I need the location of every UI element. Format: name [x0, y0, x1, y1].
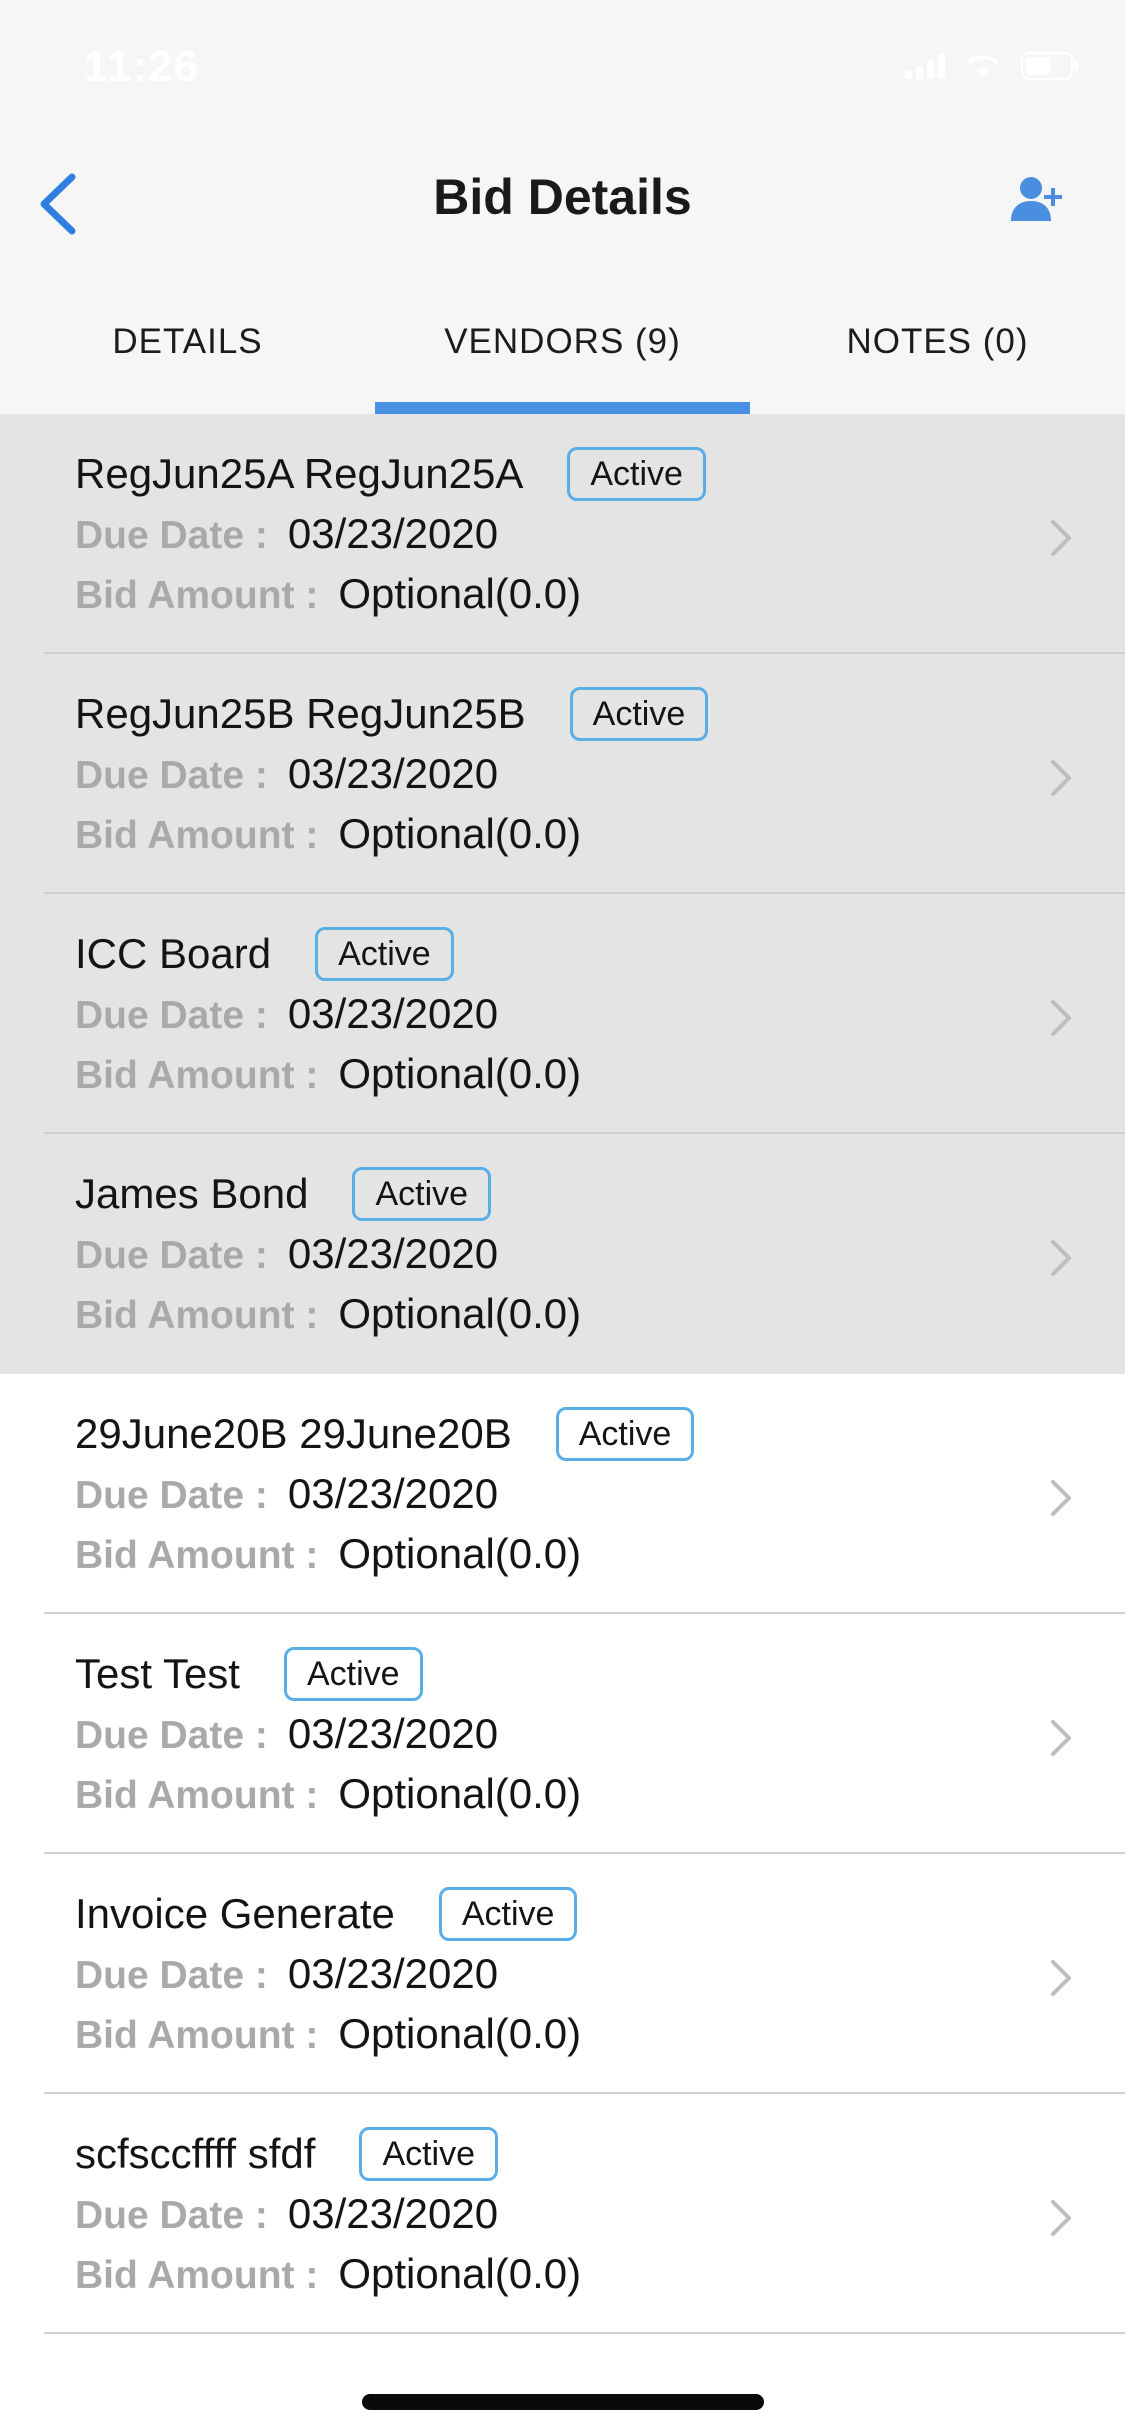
chevron-right-icon [1041, 510, 1081, 566]
header-area: 11:26 Bid Details DETAILS VENDORS (9) NO… [0, 0, 1125, 414]
wifi-icon [967, 55, 999, 77]
tab-vendors[interactable]: VENDORS (9) [375, 300, 750, 414]
vendor-row[interactable]: scfsccffff sfdf Active Due Date : 03/23/… [0, 2094, 1125, 2334]
chevron-right-icon [1041, 1470, 1081, 1526]
due-date-value: 03/23/2020 [287, 1470, 499, 1517]
chevron-right-icon [1041, 1950, 1081, 2006]
bid-amount-value: Optional(0.0) [338, 1530, 582, 1577]
bid-amount-label: Bid Amount : [75, 1774, 319, 1817]
vendor-row[interactable]: Invoice Generate Active Due Date : 03/23… [0, 1854, 1125, 2094]
due-date-value: 03/23/2020 [287, 1230, 499, 1277]
status-badge: Active [569, 687, 709, 741]
status-badge: Active [555, 1407, 695, 1461]
chevron-right-icon [1041, 1710, 1081, 1766]
vendor-row[interactable]: RegJun25A RegJun25A Active Due Date : 03… [0, 414, 1125, 654]
vendor-name: ICC Board [75, 930, 272, 977]
vendor-name: RegJun25B RegJun25B [75, 690, 526, 737]
vendor-row[interactable]: 29June20B 29June20B Active Due Date : 03… [0, 1374, 1125, 1614]
vendor-name: RegJun25A RegJun25A [75, 450, 524, 497]
chevron-right-icon [1041, 2190, 1081, 2246]
bid-amount-label: Bid Amount : [75, 2014, 319, 2057]
due-date-value: 03/23/2020 [287, 990, 499, 1037]
vendor-row[interactable]: Test Test Active Due Date : 03/23/2020 B… [0, 1614, 1125, 1854]
status-time: 11:26 [84, 42, 200, 91]
due-date-value: 03/23/2020 [287, 1710, 499, 1757]
vendor-name: Test Test [75, 1650, 240, 1697]
due-date-label: Due Date : [75, 754, 268, 797]
status-badge: Active [352, 1167, 492, 1221]
due-date-value: 03/23/2020 [287, 510, 499, 557]
bid-amount-value: Optional(0.0) [338, 810, 582, 857]
due-date-label: Due Date : [75, 1954, 268, 1997]
bid-amount-value: Optional(0.0) [338, 1050, 582, 1097]
status-icons [905, 52, 1079, 80]
due-date-label: Due Date : [75, 514, 268, 557]
vendor-list: RegJun25A RegJun25A Active Due Date : 03… [0, 414, 1125, 2334]
chevron-right-icon [1041, 990, 1081, 1046]
status-bar: 11:26 [0, 0, 1125, 140]
due-date-value: 03/23/2020 [287, 750, 499, 797]
add-vendor-button[interactable] [993, 154, 1083, 244]
due-date-label: Due Date : [75, 1474, 268, 1517]
home-indicator[interactable] [362, 2394, 764, 2410]
vendor-name: 29June20B 29June20B [75, 1410, 512, 1457]
vendor-row[interactable]: RegJun25B RegJun25B Active Due Date : 03… [0, 654, 1125, 894]
status-badge: Active [438, 1887, 578, 1941]
status-badge: Active [359, 2127, 499, 2181]
navigation-bar: Bid Details [0, 140, 1125, 260]
due-date-label: Due Date : [75, 2194, 268, 2237]
status-badge: Active [315, 927, 454, 981]
vendor-row[interactable]: James Bond Active Due Date : 03/23/2020 … [0, 1134, 1125, 1374]
tab-details[interactable]: DETAILS [0, 300, 375, 414]
due-date-label: Due Date : [75, 1234, 268, 1277]
due-date-label: Due Date : [75, 1714, 268, 1757]
chevron-right-icon [1041, 750, 1081, 806]
tab-notes[interactable]: NOTES (0) [750, 300, 1125, 414]
status-badge: Active [283, 1647, 423, 1701]
signal-icon [905, 54, 945, 79]
chevron-right-icon [1041, 1230, 1081, 1286]
vendor-name: Invoice Generate [75, 1890, 395, 1937]
add-user-icon [1011, 177, 1062, 221]
bid-amount-label: Bid Amount : [75, 2254, 319, 2297]
due-date-label: Due Date : [75, 994, 268, 1037]
bid-amount-value: Optional(0.0) [338, 570, 582, 617]
vendor-name: James Bond [75, 1170, 309, 1217]
due-date-value: 03/23/2020 [287, 1950, 499, 1997]
page-title: Bid Details [433, 169, 692, 225]
bid-amount-value: Optional(0.0) [338, 2010, 582, 2057]
tab-bar: DETAILS VENDORS (9) NOTES (0) [0, 300, 1125, 414]
bid-amount-label: Bid Amount : [75, 1534, 319, 1577]
bid-amount-label: Bid Amount : [75, 574, 319, 617]
battery-icon [1021, 52, 1078, 80]
bid-amount-label: Bid Amount : [75, 814, 319, 857]
row-divider [44, 2332, 1125, 2334]
vendor-row[interactable]: ICC Board Active Due Date : 03/23/2020 B… [0, 894, 1125, 1134]
status-badge: Active [567, 447, 706, 501]
bid-amount-value: Optional(0.0) [338, 1770, 582, 1817]
vendor-name: scfsccffff sfdf [75, 2130, 316, 2177]
due-date-value: 03/23/2020 [287, 2190, 499, 2237]
bid-amount-label: Bid Amount : [75, 1054, 319, 1097]
bid-amount-label: Bid Amount : [75, 1294, 319, 1337]
bid-amount-value: Optional(0.0) [338, 1290, 582, 1337]
bid-amount-value: Optional(0.0) [338, 2250, 582, 2297]
